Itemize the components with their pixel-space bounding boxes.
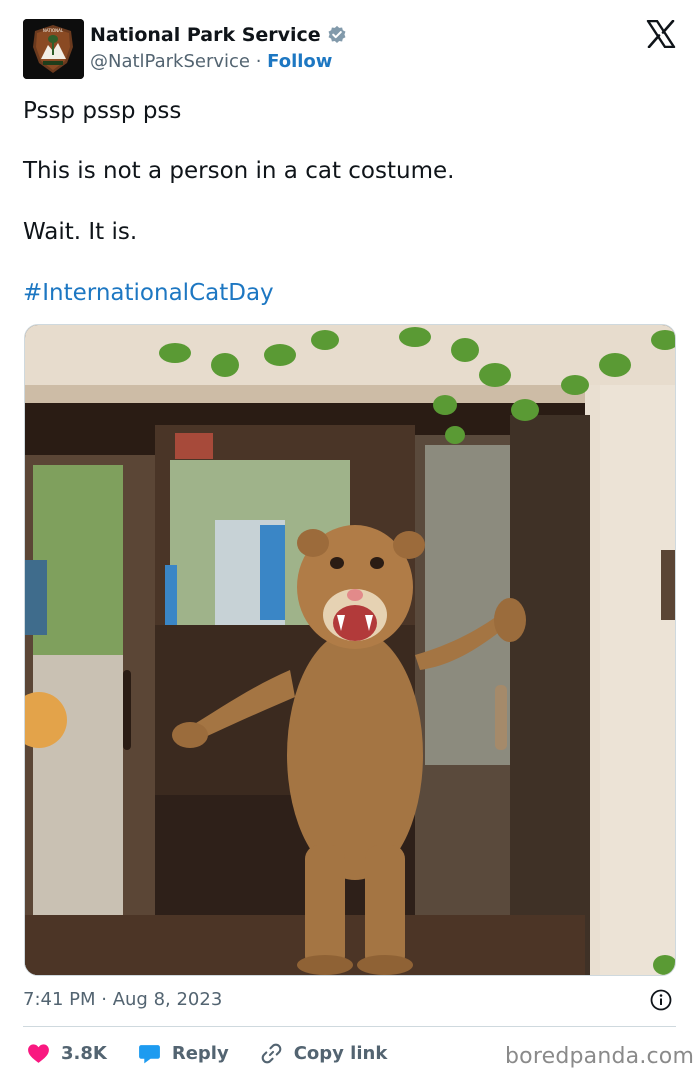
- link-icon: [261, 1043, 282, 1063]
- tweet-date: Aug 8, 2023: [112, 989, 223, 1010]
- reply-bubble-icon: [138, 1044, 160, 1063]
- tweet-line: Pssp pssp pss: [23, 98, 182, 124]
- tweet-photo[interactable]: [24, 324, 676, 976]
- hashtag-link[interactable]: #InternationalCatDay: [23, 278, 274, 308]
- copy-link-button[interactable]: Copy link: [259, 1041, 388, 1066]
- nps-logo-icon: NATIONAL: [23, 19, 84, 79]
- reply-label: Reply: [171, 1042, 229, 1064]
- action-bar: 3.8K Reply Copy link: [26, 1040, 417, 1066]
- watermark: boredpanda.com: [505, 1044, 695, 1069]
- tweet-timestamp[interactable]: 7:41 PM · Aug 8, 2023: [23, 988, 222, 1012]
- cougar-costume-photo-icon: [25, 325, 675, 975]
- follow-button[interactable]: Follow: [267, 51, 332, 72]
- reply-button[interactable]: Reply: [137, 1041, 229, 1066]
- tweet-card: NATIONAL National Park Service @NatlPark…: [0, 0, 700, 1080]
- timestamp-separator: ·: [95, 989, 113, 1010]
- author-handle[interactable]: @NatlParkService: [90, 51, 250, 72]
- author-handle-row: @NatlParkService · Follow: [90, 50, 332, 74]
- handle-separator: ·: [249, 51, 268, 72]
- heart-icon: [28, 1043, 49, 1063]
- svg-text:NATIONAL: NATIONAL: [43, 28, 64, 33]
- verified-badge-icon: [328, 25, 346, 43]
- author-name[interactable]: National Park Service: [90, 23, 321, 47]
- x-logo-icon[interactable]: [646, 20, 676, 48]
- divider: [23, 1026, 676, 1027]
- author-name-row[interactable]: National Park Service: [90, 23, 347, 47]
- avatar[interactable]: NATIONAL: [23, 19, 84, 79]
- info-icon[interactable]: [650, 989, 672, 1011]
- like-count: 3.8K: [61, 1042, 107, 1064]
- tweet-line: This is not a person in a cat costume.: [23, 158, 455, 184]
- copy-link-label: Copy link: [293, 1042, 388, 1064]
- tweet-time: 7:41 PM: [23, 989, 96, 1010]
- tweet-line: Wait. It is.: [23, 219, 138, 245]
- like-button[interactable]: 3.8K: [26, 1041, 107, 1066]
